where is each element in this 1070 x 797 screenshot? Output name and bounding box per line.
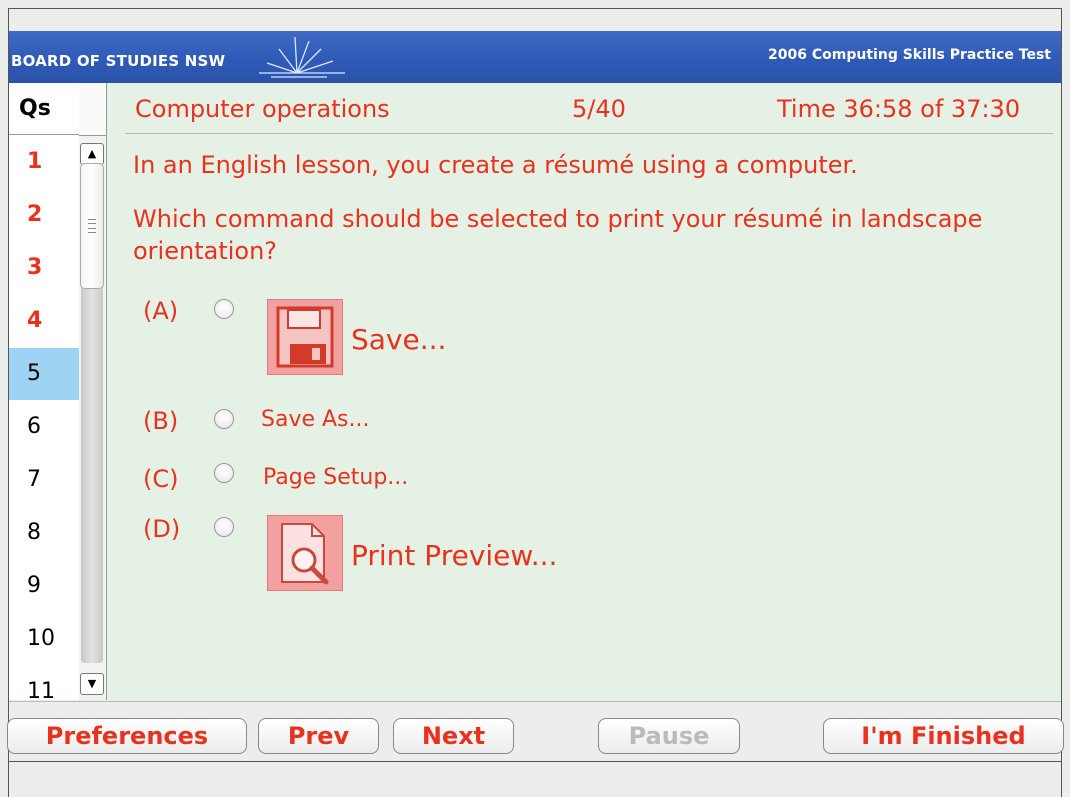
question-item-3[interactable]: 3 <box>9 242 79 294</box>
preferences-button[interactable]: Preferences <box>7 718 247 754</box>
option-c-label[interactable]: Page Setup... <box>263 465 408 490</box>
option-c-radio[interactable] <box>214 463 234 483</box>
option-b-label[interactable]: Save As... <box>261 407 370 432</box>
option-a-letter: (A) <box>143 297 179 325</box>
app-window: BOARD OF STUDIES NSW 2006 Computing Skil… <box>7 8 1064 797</box>
org-name: BOARD OF STUDIES NSW <box>11 52 226 70</box>
footer-divider <box>9 761 1061 762</box>
question-list: Qs 1 2 3 4 5 6 7 8 9 10 11 <box>9 83 80 700</box>
header-divider <box>125 133 1053 134</box>
question-list-scrollbar[interactable]: ▲ ▼ <box>79 83 107 700</box>
option-b-letter: (B) <box>143 407 179 435</box>
banner: BOARD OF STUDIES NSW 2006 Computing Skil… <box>9 31 1061 83</box>
test-title: 2006 Computing Skills Practice Test <box>768 47 1051 63</box>
option-d-label[interactable]: Print Preview... <box>351 539 557 572</box>
next-button[interactable]: Next <box>393 718 514 754</box>
scroll-down-button[interactable]: ▼ <box>80 673 104 695</box>
question-item-8[interactable]: 8 <box>9 507 79 559</box>
question-item-7[interactable]: 7 <box>9 454 79 506</box>
print-preview-icon[interactable] <box>267 515 343 591</box>
question-item-4[interactable]: 4 <box>9 295 79 347</box>
prev-button[interactable]: Prev <box>258 718 379 754</box>
topic-title: Computer operations <box>135 95 390 123</box>
footer-bar: Preferences Prev Next Pause I'm Finished <box>7 701 1064 762</box>
question-item-2[interactable]: 2 <box>9 189 79 241</box>
question-panel: Computer operations 5/40 Time 36:58 of 3… <box>107 83 1061 700</box>
question-counter: 5/40 <box>572 95 626 123</box>
scroll-thumb[interactable] <box>80 163 104 289</box>
finished-button[interactable]: I'm Finished <box>823 718 1064 754</box>
option-d-letter: (D) <box>143 515 181 543</box>
floppy-disk-icon[interactable] <box>267 299 343 375</box>
option-b-radio[interactable] <box>214 409 234 429</box>
option-c-letter: (C) <box>143 465 179 493</box>
sunburst-logo-icon <box>259 36 345 78</box>
scrollbar-header <box>79 83 106 136</box>
timer: Time 36:58 of 37:30 <box>777 95 1021 123</box>
question-item-5[interactable]: 5 <box>9 348 79 400</box>
option-d-radio[interactable] <box>214 517 234 537</box>
question-item-1[interactable]: 1 <box>9 136 79 188</box>
question-item-6[interactable]: 6 <box>9 401 79 453</box>
question-item-9[interactable]: 9 <box>9 560 79 612</box>
question-item-10[interactable]: 10 <box>9 613 79 665</box>
question-context: In an English lesson, you create a résum… <box>133 151 858 179</box>
grip-icon <box>88 219 96 233</box>
pause-button[interactable]: Pause <box>598 718 740 754</box>
option-a-radio[interactable] <box>214 299 234 319</box>
scroll-up-button[interactable]: ▲ <box>80 143 104 165</box>
option-a-label[interactable]: Save... <box>351 323 446 356</box>
question-item-11[interactable]: 11 <box>9 666 79 700</box>
question-list-header: Qs <box>9 83 79 135</box>
question-prompt: Which command should be selected to prin… <box>133 205 983 265</box>
